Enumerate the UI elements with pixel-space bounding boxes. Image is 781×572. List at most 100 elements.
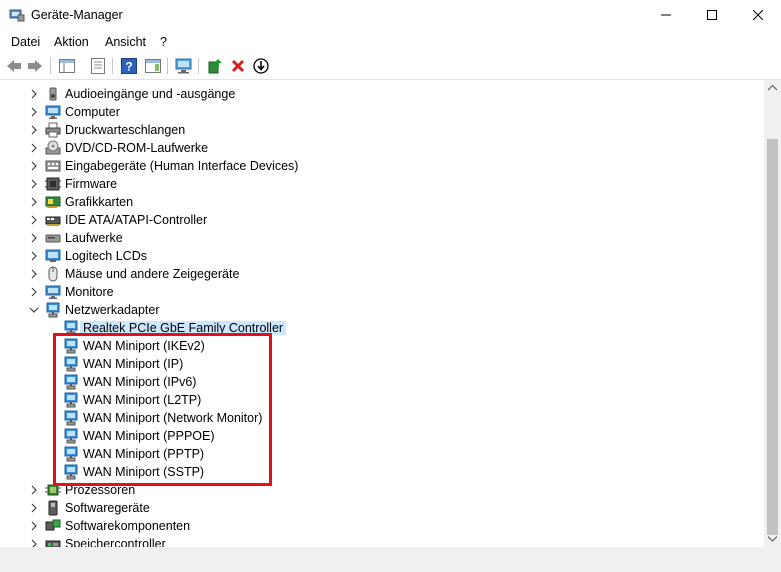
tree-category[interactable]: Softwaregeräte [0, 499, 760, 517]
tree-category[interactable]: IDE ATA/ATAPI-Controller [0, 211, 760, 229]
tree-item-label: Mäuse und andere Zeigegeräte [65, 267, 240, 281]
menu-aktion[interactable]: Aktion [54, 35, 89, 49]
tree-item-label: Audioeingänge und -ausgänge [65, 87, 236, 101]
tree-category[interactable]: Eingabegeräte (Human Interface Devices) [0, 157, 760, 175]
tree-item-label: Netzwerkadapter [65, 303, 160, 317]
chevron-right-icon[interactable] [29, 249, 39, 263]
action-view-button[interactable] [144, 57, 162, 75]
menu-datei[interactable]: Datei [11, 35, 40, 49]
menu-ansicht[interactable]: Ansicht [105, 35, 146, 49]
scrollbar-corner [764, 547, 781, 564]
tree-category[interactable]: Laufwerke [0, 229, 760, 247]
device-manager-icon [9, 9, 25, 22]
red-x-icon [231, 59, 245, 73]
chevron-right-icon[interactable] [29, 105, 39, 119]
update-driver-button[interactable] [206, 57, 224, 75]
graphics-card-icon [45, 196, 61, 208]
svg-text:?: ? [125, 60, 132, 74]
tree-category[interactable]: Mäuse und andere Zeigegeräte [0, 265, 760, 283]
tree-item-label: Druckwarteschlangen [65, 123, 186, 137]
maximize-button[interactable] [689, 0, 735, 30]
toolbar-separator [198, 58, 199, 74]
tree-category[interactable]: Grafikkarten [0, 193, 760, 211]
tree-category[interactable]: Audioeingänge und -ausgänge [0, 85, 760, 103]
minimize-button[interactable] [643, 0, 689, 30]
chevron-right-icon[interactable] [29, 141, 39, 155]
chevron-right-icon[interactable] [29, 231, 39, 245]
chevron-right-icon[interactable] [29, 195, 39, 209]
chevron-right-icon[interactable] [29, 123, 39, 137]
tree-category[interactable]: Computer [0, 103, 760, 121]
scrollbar-thumb[interactable] [767, 139, 778, 535]
update-driver-icon [208, 59, 222, 74]
tree-category[interactable]: Monitore [0, 283, 760, 301]
chevron-right-icon[interactable] [29, 483, 39, 497]
tree-category[interactable]: Speichercontroller [0, 535, 760, 547]
highlight-box [53, 333, 272, 486]
toolbar-separator [112, 58, 113, 74]
toolbar: ? [0, 53, 781, 80]
disk-drive-icon [45, 234, 61, 243]
tree-category[interactable]: DVD/CD-ROM-Laufwerke [0, 139, 760, 157]
chevron-right-icon[interactable] [29, 159, 39, 173]
chevron-right-icon[interactable] [29, 213, 39, 227]
tree-item-label: Eingabegeräte (Human Interface Devices) [65, 159, 299, 173]
scroll-down-icon[interactable] [768, 536, 777, 542]
tree-item-label: Computer [65, 105, 120, 119]
menu-help[interactable]: ? [160, 35, 167, 49]
storage-controller-icon [45, 540, 61, 547]
tree-item-label: Speichercontroller [65, 537, 166, 547]
chevron-right-icon[interactable] [29, 177, 39, 191]
forward-button[interactable] [26, 57, 44, 75]
ide-controller-icon [45, 216, 61, 226]
scan-hardware-icon [175, 58, 192, 74]
scroll-up-icon[interactable] [768, 85, 777, 91]
chevron-right-icon[interactable] [29, 87, 39, 101]
menu-bar: Datei Aktion Ansicht ? [0, 32, 781, 52]
console-tree-icon [59, 59, 75, 73]
close-button[interactable] [735, 0, 781, 30]
help-button[interactable]: ? [120, 57, 138, 75]
properties-icon [91, 58, 105, 74]
tree-category[interactable]: Softwarekomponenten [0, 517, 760, 535]
tree-category[interactable]: Logitech LCDs [0, 247, 760, 265]
tree-category[interactable]: Netzwerkadapter [0, 301, 760, 319]
back-button[interactable] [5, 57, 23, 75]
chevron-right-icon[interactable] [29, 267, 39, 281]
tree-item-label: Laufwerke [65, 231, 123, 245]
tree-item-label: IDE ATA/ATAPI-Controller [65, 213, 208, 227]
chevron-right-icon[interactable] [29, 501, 39, 515]
mouse-icon [48, 266, 58, 282]
tree-item-label: Softwarekomponenten [65, 519, 191, 533]
title-bar: Geräte-Manager [0, 0, 781, 32]
chevron-right-icon[interactable] [29, 285, 39, 299]
close-icon [753, 10, 763, 20]
scan-hardware-button[interactable] [175, 57, 193, 75]
chip-board-icon [45, 177, 61, 191]
back-arrow-icon [7, 60, 21, 72]
maximize-icon [707, 10, 717, 20]
vertical-scrollbar[interactable] [764, 80, 781, 547]
horizontal-scrollbar[interactable] [0, 547, 764, 564]
monitor-icon [45, 285, 61, 299]
properties-button[interactable] [89, 57, 107, 75]
chevron-right-icon[interactable] [29, 519, 39, 533]
speaker-icon [49, 87, 57, 101]
forward-arrow-icon [28, 60, 42, 72]
tree-category[interactable]: Firmware [0, 175, 760, 193]
dvd-drive-icon [45, 140, 61, 155]
show-hide-console-tree-button[interactable] [58, 57, 76, 75]
uninstall-device-button[interactable] [229, 57, 247, 75]
action-pane-icon [145, 59, 161, 73]
tree-item-label: Grafikkarten [65, 195, 134, 209]
software-component-icon [45, 519, 61, 531]
chevron-right-icon[interactable] [29, 537, 39, 547]
chevron-down-icon[interactable] [29, 303, 39, 317]
disable-device-icon [253, 58, 269, 74]
tree-item-label: Firmware [65, 177, 118, 191]
disable-device-button[interactable] [252, 57, 270, 75]
window-title: Geräte-Manager [31, 8, 123, 22]
tree-item-label: DVD/CD-ROM-Laufwerke [65, 141, 209, 155]
status-bar [0, 564, 781, 572]
tree-category[interactable]: Druckwarteschlangen [0, 121, 760, 139]
